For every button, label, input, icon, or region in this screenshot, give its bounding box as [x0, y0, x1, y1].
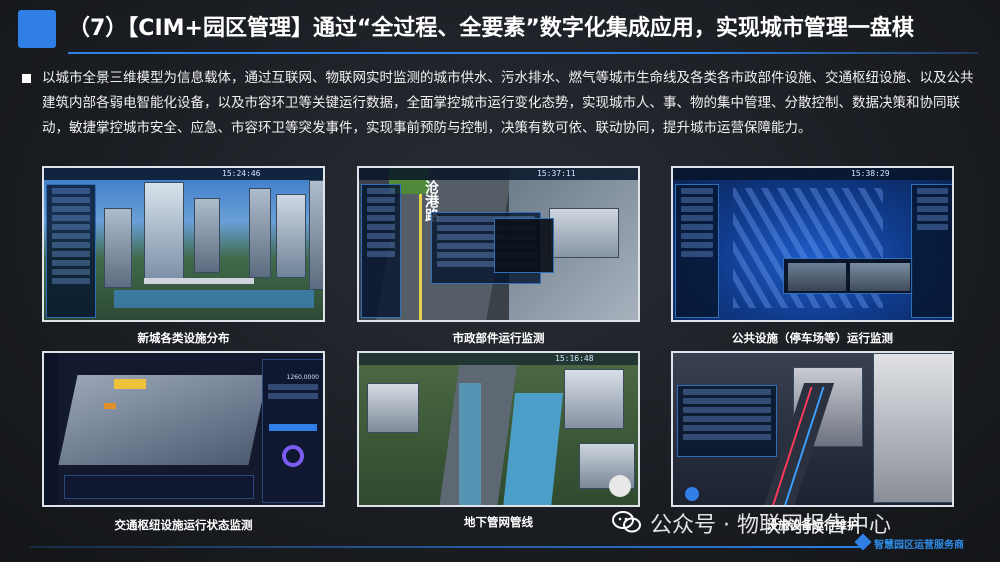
screenshot-city-facilities: 15:24:46	[42, 166, 325, 322]
clock-text: 15:38:29	[851, 169, 890, 178]
clock-text: 15:24:46	[222, 169, 261, 178]
brand-text: 智慧园区运营服务商	[874, 540, 964, 551]
clock-text: 15:37:11	[537, 169, 576, 178]
caption-underground-pipes: 地下管网管线	[464, 515, 533, 529]
screenshot-public-facilities: 15:38:29	[671, 166, 954, 322]
screenshot-transport-hub: 1260,0000	[42, 351, 325, 507]
caption-city-facilities: 新城各类设施分布	[137, 331, 230, 345]
title-square-icon	[18, 10, 56, 48]
screenshot-equipment-maintenance	[671, 351, 954, 507]
title-divider	[68, 52, 978, 54]
clock-text: 15:16:48	[555, 354, 594, 363]
slide-title: （7）【CIM+园区管理】通过“全过程、全要素”数字化集成应用，实现城市管理一盘…	[68, 16, 914, 41]
caption-public-facilities: 公共设施（停车场等）运行监测	[732, 331, 893, 345]
intro-paragraph: 以城市全景三维模型为信息载体，通过互联网、物联网实时监测的城市供水、污水排水、燃…	[42, 70, 974, 136]
footer-divider	[30, 546, 860, 548]
caption-transport-hub: 交通枢纽设施运行状态监测	[114, 518, 253, 532]
screenshot-underground-pipes: 15:16:48	[357, 351, 640, 507]
watermark-text: 公众号 · 物联网报告中心	[650, 513, 891, 538]
screenshot-municipal-monitoring: 沧港路 15:37:11	[357, 166, 640, 322]
bullet-icon	[22, 74, 31, 83]
caption-municipal-monitoring: 市政部件运行监测	[452, 331, 545, 345]
stat-value: 1260,0000	[286, 374, 319, 381]
wechat-icon	[612, 511, 641, 533]
